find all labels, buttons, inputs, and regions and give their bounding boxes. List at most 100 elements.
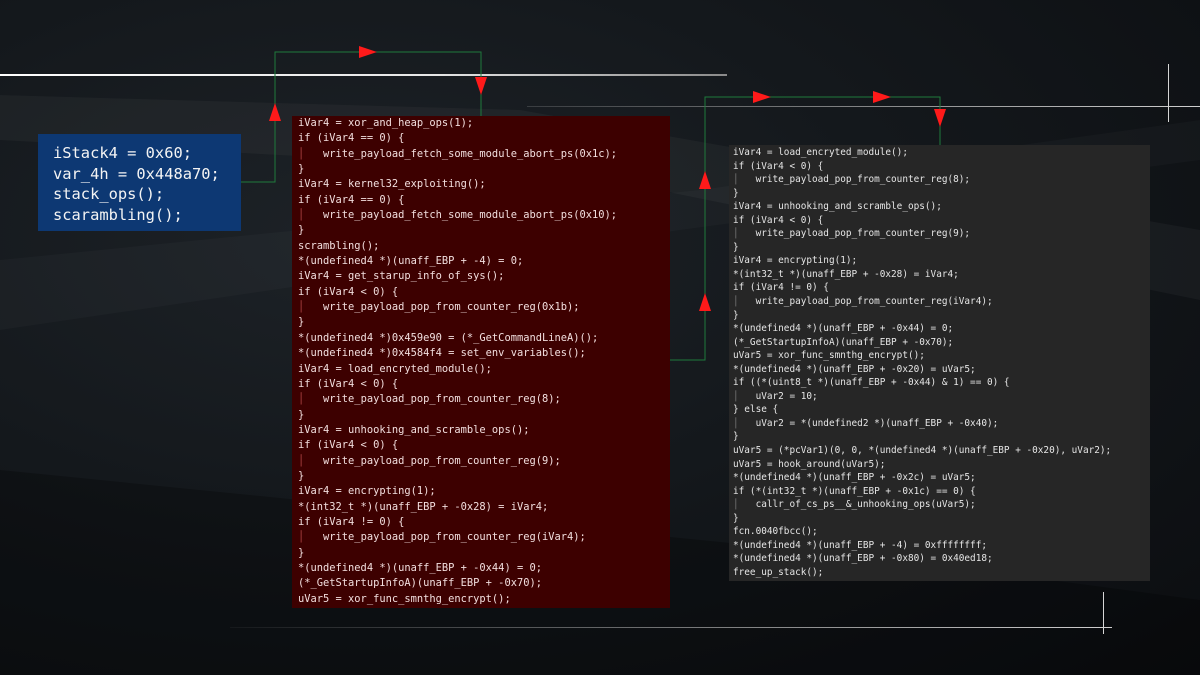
code-line: scarambling(); [53,205,183,224]
code-line: │ write_payload_pop_from_counter_reg(iVa… [298,530,670,545]
code-line: │ write_payload_pop_from_counter_reg(9); [298,454,670,469]
code-line: *(undefined4 *)(unaff_EBP + -4) = 0; [298,255,524,268]
code-text: write_payload_pop_from_counter_reg(iVar4… [323,531,586,544]
code-text: callr_of_cs_ps__&_unhooking_ops(uVar5); [755,499,976,511]
code-text: write_payload_pop_from_counter_reg(8); [323,393,561,406]
code-line: │ uVar2 = *(undefined2 *)(unaff_EBP + -0… [733,417,1150,431]
indent-guide: │ [298,454,324,467]
code-line: free_up_stack(); [733,566,824,578]
code-line: if (iVar4 != 0) { [733,282,829,294]
code-line: uVar5 = xor_func_smnthg_encrypt(); [298,592,511,605]
code-line: iVar4 = unhooking_and_scramble_ops(); [733,201,942,213]
code-line: iVar4 = encrypting(1); [298,485,436,498]
indent-guide: │ [733,390,756,402]
code-line: │ write_payload_pop_from_counter_reg(8); [298,392,670,407]
code-line: iVar4 = xor_and_heap_ops(1); [298,117,474,129]
code-line: if ((*(uint8_t *)(unaff_EBP + -0x44) & 1… [733,377,1010,389]
code-line: iVar4 = kernel32_exploiting(); [298,178,486,191]
code-line: if (iVar4 == 0) { [298,193,405,206]
indent-guide: │ [298,301,324,314]
code-line: if (iVar4 < 0) { [298,377,399,390]
code-line: │ write_payload_pop_from_counter_reg(8); [733,173,1150,187]
code-line: │ write_payload_fetch_some_module_abort_… [298,208,670,223]
code-line: *(undefined4 *)(unaff_EBP + -0x80) = 0x4… [733,553,993,565]
code-line: } else { [733,404,779,416]
code-line: if (iVar4 < 0) { [298,439,399,452]
code-text: uVar2 = *(undefined2 *)(unaff_EBP + -0x4… [755,417,999,429]
code-text: write_payload_fetch_some_module_abort_ps… [323,147,618,160]
code-line: │ write_payload_pop_from_counter_reg(0x1… [298,300,670,315]
code-text: write_payload_pop_from_counter_reg(0x1b)… [323,301,580,314]
indent-guide: │ [298,209,324,222]
indent-guide: │ [298,531,324,544]
code-line: *(undefined4 *)0x459e90 = (*_GetCommandL… [298,331,599,344]
indent-guide: │ [733,417,756,429]
code-line: uVar5 = xor_func_smnthg_encrypt(); [733,350,925,362]
code-line: if (iVar4 < 0) { [733,160,824,172]
code-line: } [298,316,305,329]
code-line: iStack4 = 0x60; [53,144,192,162]
code-line: } [298,546,305,559]
code-line: iVar4 = unhooking_and_scramble_ops(); [298,423,530,436]
code-line: │ write_payload_pop_from_counter_reg(iVa… [733,295,1150,309]
code-line: stack_ops(); [53,185,165,203]
decorative-rule-top-left [0,74,727,76]
code-line: } [733,431,739,443]
indent-guide: │ [733,228,756,240]
code-line: if (iVar4 < 0) { [298,285,399,298]
code-line: } [733,512,739,524]
code-line: *(int32_t *)(unaff_EBP + -0x28) = iVar4; [298,500,549,513]
code-line: uVar5 = hook_around(uVar5); [733,458,886,470]
code-block-intro: iStack4 = 0x60; var_4h = 0x448a70; stack_o… [38,134,241,231]
code-line: *(int32_t *)(unaff_EBP + -0x28) = iVar4; [733,268,959,280]
decorative-rule-top-right [527,106,1200,107]
code-line: if (*(int32_t *)(unaff_EBP + -0x1c) == 0… [733,485,976,497]
code-line: *(undefined4 *)0x4584f4 = set_env_variab… [298,347,586,360]
code-line: } [298,163,305,176]
code-line: *(undefined4 *)(unaff_EBP + -0x44) = 0; [733,323,954,335]
code-line: uVar5 = (*pcVar1)(0, 0, *(undefined4 *)(… [733,445,1112,457]
code-text: write_payload_fetch_some_module_abort_ps… [323,209,618,222]
code-line: } [733,309,739,321]
code-line: *(undefined4 *)(unaff_EBP + -4) = 0xffff… [733,539,987,551]
code-line: } [298,408,305,421]
code-line: │ write_payload_pop_from_counter_reg(9); [733,227,1150,241]
code-line: } [298,469,305,482]
code-text: write_payload_pop_from_counter_reg(iVar4… [755,296,993,308]
code-line: *(undefined4 *)(unaff_EBP + -0x2c) = uVa… [733,472,976,484]
indent-guide: │ [298,147,324,160]
indent-guide: │ [733,174,756,186]
code-text: write_payload_pop_from_counter_reg(9); [755,228,971,240]
indent-guide: │ [733,499,756,511]
decorative-rule-bottom [230,627,1112,628]
decorative-tick-top-right [1168,64,1169,122]
code-line: *(undefined4 *)(unaff_EBP + -0x20) = uVa… [733,363,976,375]
code-line: var_4h = 0x448a70; [53,164,220,183]
code-line: │ uVar2 = 10; [733,390,1150,404]
code-line: if (iVar4 < 0) { [733,214,824,226]
code-line: │ write_payload_fetch_some_module_abort_… [298,147,670,162]
code-line: } [733,241,739,253]
code-line: scrambling(); [298,239,380,252]
code-line: *(undefined4 *)(unaff_EBP + -0x44) = 0; [298,561,542,574]
decorative-tick-bottom-right [1103,592,1104,634]
code-line: } [298,224,305,237]
code-line: if (iVar4 != 0) { [298,515,405,528]
code-line: iVar4 = load_encryted_module(); [298,362,492,375]
code-line: } [733,187,739,199]
code-block-right: iVar4 = load_encryted_module();if (iVar4… [729,145,1150,581]
code-line: iVar4 = load_encryted_module(); [733,147,908,158]
code-line: (*_GetStartupInfoA)(unaff_EBP + -0x70); [298,577,542,590]
code-text: write_payload_pop_from_counter_reg(9); [323,454,561,467]
indent-guide: │ [298,393,324,406]
code-text: uVar2 = 10; [755,390,818,402]
code-line: fcn.0040fbcc(); [733,526,818,538]
code-line: │ callr_of_cs_ps__&_unhooking_ops(uVar5)… [733,498,1150,512]
indent-guide: │ [733,296,756,308]
code-block-main: iVar4 = xor_and_heap_ops(1);if (iVar4 ==… [292,116,670,608]
code-text: write_payload_pop_from_counter_reg(8); [755,174,971,186]
code-line: (*_GetStartupInfoA)(unaff_EBP + -0x70); [733,336,954,348]
code-line: iVar4 = get_starup_info_of_sys(); [298,270,505,283]
code-line: if (iVar4 == 0) { [298,132,405,145]
code-line: iVar4 = encrypting(1); [733,255,858,267]
